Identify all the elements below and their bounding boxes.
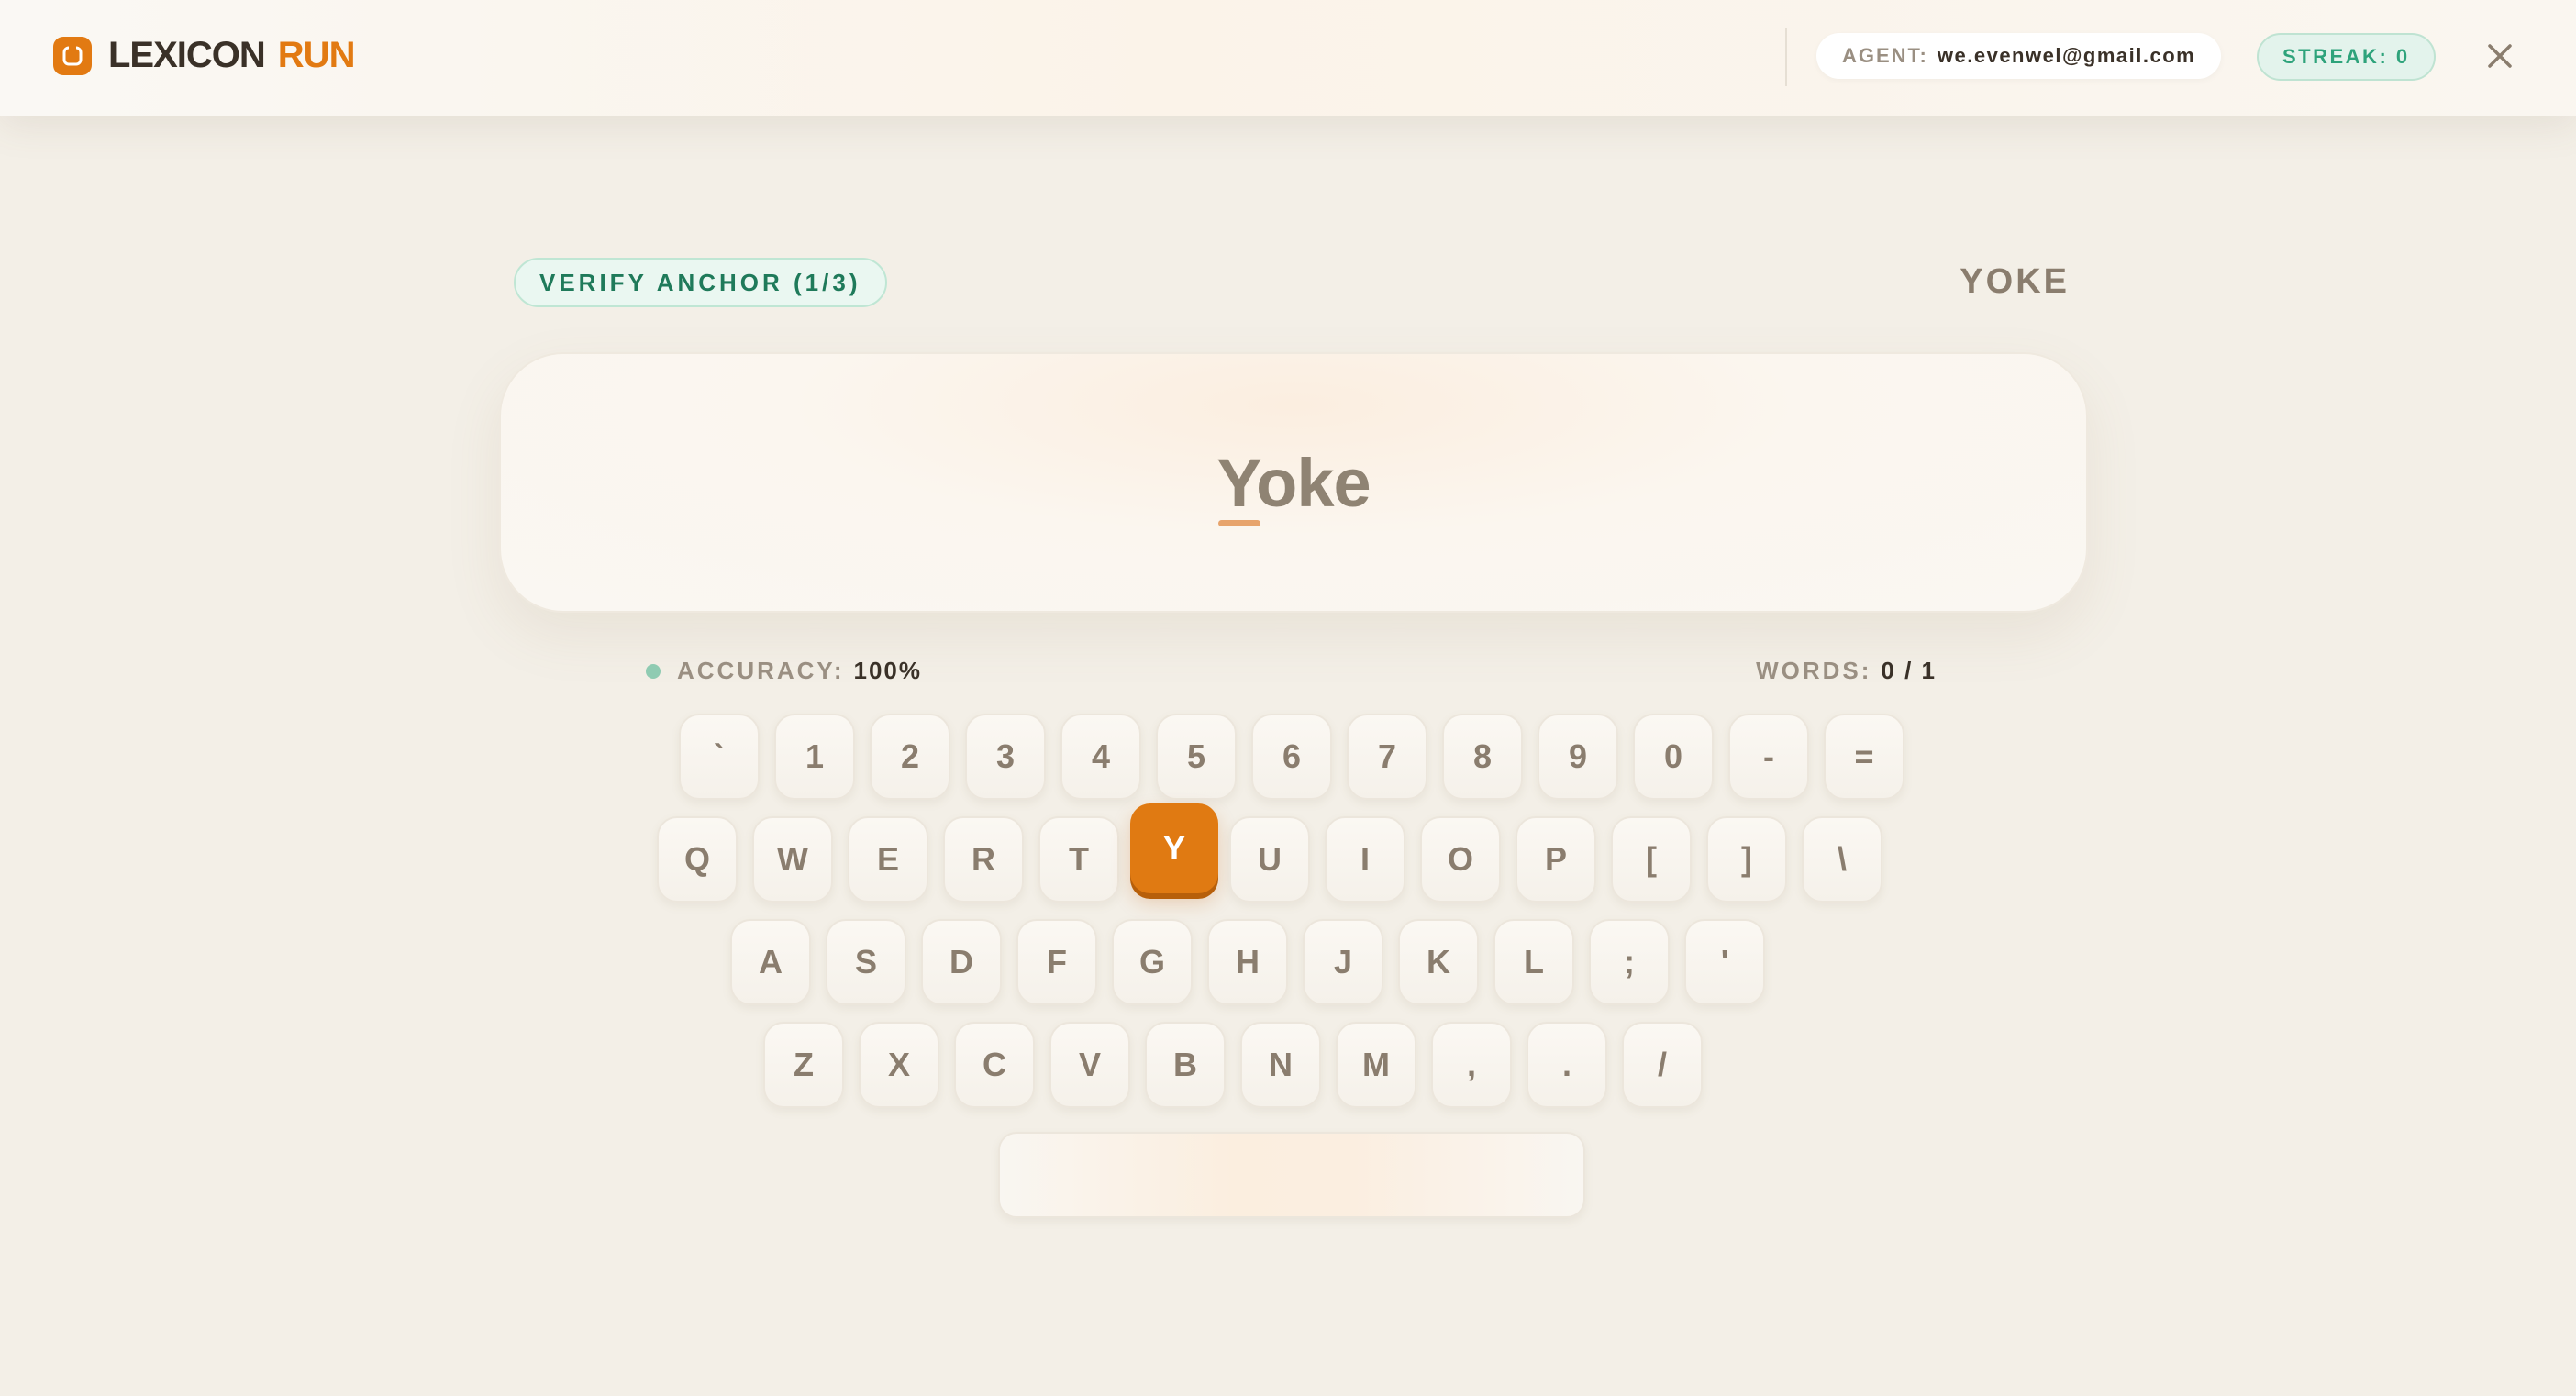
key-9[interactable]: 9 [1538,714,1618,800]
status-dot-icon [646,663,661,679]
key-x[interactable]: X [859,1022,939,1108]
key-semicolon[interactable]: ; [1589,919,1670,1005]
key-l[interactable]: L [1493,919,1574,1005]
key-r[interactable]: R [943,816,1024,903]
key-s[interactable]: S [826,919,906,1005]
key-8[interactable]: 8 [1442,714,1523,800]
key-backslash[interactable]: \ [1802,816,1882,903]
key-left-bracket[interactable]: [ [1611,816,1692,903]
key-b[interactable]: B [1145,1022,1226,1108]
key-e[interactable]: E [848,816,928,903]
key-u[interactable]: U [1229,816,1310,903]
current-word: Yoke [1216,444,1371,521]
key-minus[interactable]: - [1728,714,1809,800]
key-q[interactable]: Q [657,816,738,903]
accuracy-value: 100% [853,657,923,684]
logo-icon [53,36,92,75]
word-card: Yoke [499,352,2088,613]
key-w[interactable]: W [752,816,833,903]
target-word: YOKE [1960,262,2070,301]
top-bar: LEXICON RUN AGENT: we.evenwel@gmail.com … [0,0,2576,116]
key-z[interactable]: Z [763,1022,844,1108]
typing-caret [1218,520,1260,526]
brand-name: LEXICON [108,35,266,75]
key-c[interactable]: C [954,1022,1035,1108]
close-button[interactable] [2477,33,2523,79]
round-badge: VERIFY ANCHOR (1/3) [514,258,887,307]
key-period[interactable]: . [1527,1022,1607,1108]
key-i[interactable]: I [1325,816,1405,903]
key-1[interactable]: 1 [774,714,855,800]
agent-label: AGENT: [1842,44,1928,67]
key-apostrophe[interactable]: ' [1684,919,1765,1005]
key-k[interactable]: K [1398,919,1479,1005]
brand-accent: RUN [277,35,356,75]
accuracy-stat: ACCURACY: 100% [646,657,922,685]
agent-email: we.evenwel@gmail.com [1937,44,2196,67]
close-icon [2488,44,2512,68]
key-5[interactable]: 5 [1156,714,1237,800]
key-equals[interactable]: = [1824,714,1904,800]
key-j[interactable]: J [1303,919,1383,1005]
key-comma[interactable]: , [1431,1022,1512,1108]
key-2[interactable]: 2 [870,714,950,800]
key-4[interactable]: 4 [1060,714,1141,800]
key-t[interactable]: T [1038,816,1119,903]
words-stat: WORDS: 0 / 1 [1756,657,1937,685]
agent-badge: AGENT: we.evenwel@gmail.com [1816,33,2222,79]
key-m[interactable]: M [1336,1022,1416,1108]
key-6[interactable]: 6 [1251,714,1332,800]
key-n[interactable]: N [1240,1022,1321,1108]
key-a[interactable]: A [730,919,811,1005]
words-value: 0 / 1 [1881,657,1937,684]
key-h[interactable]: H [1207,919,1288,1005]
key-0[interactable]: 0 [1633,714,1714,800]
brand: LEXICON RUN [53,35,356,76]
key-p[interactable]: P [1516,816,1596,903]
key-d[interactable]: D [921,919,1002,1005]
key-right-bracket[interactable]: ] [1706,816,1787,903]
key-v[interactable]: V [1049,1022,1130,1108]
key-3[interactable]: 3 [965,714,1046,800]
key-g[interactable]: G [1112,919,1193,1005]
streak-badge: STREAK: 0 [2257,33,2436,81]
header-divider [1785,28,1787,86]
key-backtick[interactable]: ` [679,714,760,800]
accuracy-label: ACCURACY: [677,657,845,684]
key-o[interactable]: O [1420,816,1501,903]
words-label: WORDS: [1756,657,1872,684]
key-f[interactable]: F [1016,919,1097,1005]
key-slash[interactable]: / [1622,1022,1703,1108]
key-7[interactable]: 7 [1347,714,1427,800]
key-space[interactable] [998,1132,1585,1218]
key-y[interactable]: Y [1130,803,1218,893]
